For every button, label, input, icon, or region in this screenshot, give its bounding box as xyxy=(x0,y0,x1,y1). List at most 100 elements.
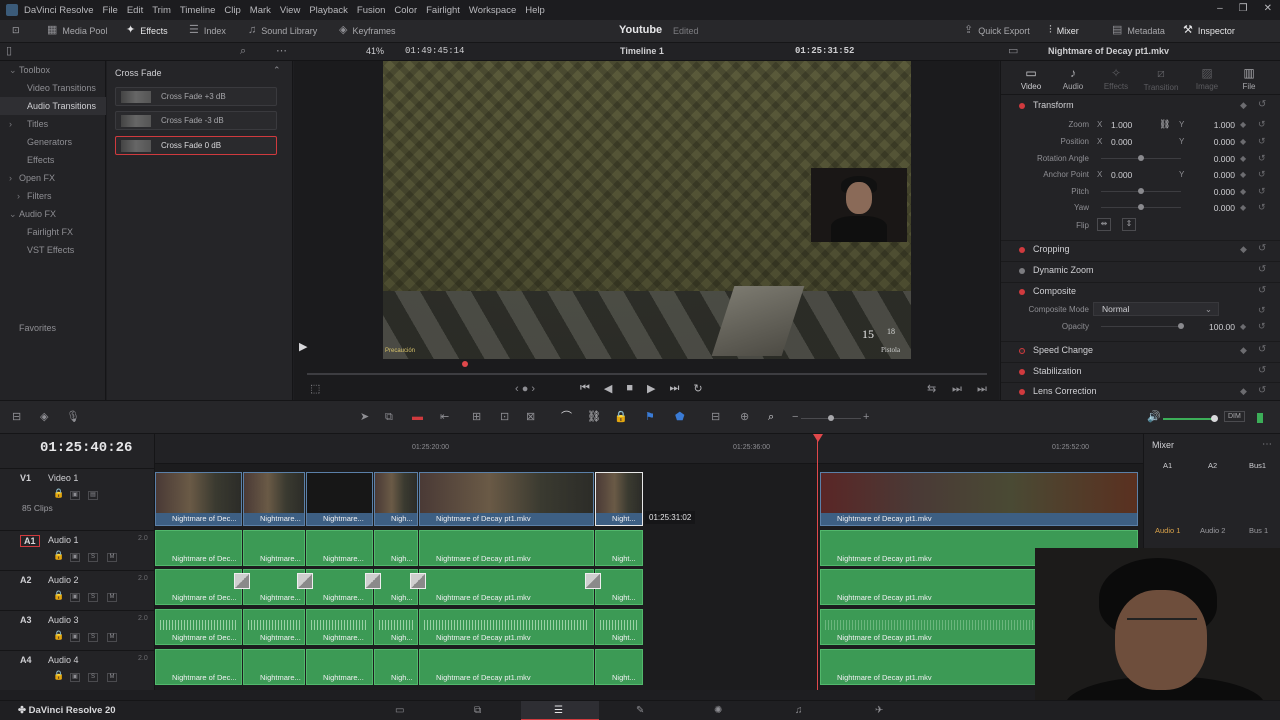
playhead-handle[interactable] xyxy=(813,434,823,442)
toolbox-item-filters[interactable]: › Filters xyxy=(0,187,106,205)
reset-icon[interactable]: ↺ xyxy=(1258,243,1266,254)
pitch-field[interactable]: 0.000 xyxy=(1187,185,1235,198)
opacity-slider[interactable] xyxy=(1101,326,1181,327)
zoom-in-icon[interactable]: + xyxy=(863,412,869,423)
keyframe-diamond-icon[interactable]: ◆ xyxy=(1240,386,1247,397)
toolbox-item-open-fx[interactable]: › Open FX xyxy=(0,169,106,187)
crossfade-transition[interactable] xyxy=(410,573,426,589)
panel-toggle-icon[interactable]: ⊡ xyxy=(12,25,20,36)
viewer-scrubber[interactable] xyxy=(307,373,987,375)
menu-help[interactable]: Help xyxy=(525,5,545,16)
timeline-selector[interactable]: Timeline 1 xyxy=(620,46,664,56)
toolbox-item-toolbox[interactable]: ⌄ Toolbox xyxy=(0,61,106,79)
microphone-icon[interactable]: 🎙 xyxy=(66,412,80,423)
audio-clip[interactable]: Nightmare of Decay pt1.mkv xyxy=(419,569,594,605)
play-icon[interactable]: ▶ xyxy=(647,382,655,395)
flag-icon[interactable]: ⚑ xyxy=(645,412,655,423)
audio-clip[interactable]: Nightmare of Decay pt1.mkv xyxy=(419,530,594,566)
audio-clip[interactable]: Nightmare... xyxy=(306,530,373,566)
toolbox-item-vst-effects[interactable]: VST Effects xyxy=(0,241,106,259)
overwrite-clip-icon[interactable]: ⊡ xyxy=(500,412,509,423)
full-extent-zoom-icon[interactable]: ⊟ xyxy=(711,412,720,423)
audio-clip[interactable]: Nightmare... xyxy=(243,530,305,566)
keyframe-diamond-icon[interactable]: ◆ xyxy=(1240,187,1246,196)
more-options-icon[interactable]: ⋯ xyxy=(276,46,287,57)
crossfade-transition[interactable] xyxy=(297,573,313,589)
menu-color[interactable]: Color xyxy=(394,5,417,16)
scrubber-playhead[interactable] xyxy=(462,361,468,367)
effect-cross-fade-minus3[interactable]: Cross Fade -3 dB xyxy=(115,111,277,130)
keyframe-diamond-icon[interactable]: ◆ xyxy=(1240,154,1246,163)
crossfade-transition[interactable] xyxy=(234,573,250,589)
tab-audio[interactable]: ♪ Audio xyxy=(1053,66,1093,91)
toolbox-item-audio-fx[interactable]: ⌄ Audio FX xyxy=(0,205,106,223)
section-dynamic-zoom[interactable]: Dynamic Zoom ↺ xyxy=(1001,261,1280,279)
keyframe-diamond-icon[interactable]: ◆ xyxy=(1240,322,1246,331)
favorites-label[interactable]: Favorites xyxy=(19,323,56,333)
solo-button[interactable]: S xyxy=(88,633,98,642)
video-clip[interactable]: Nightmare... xyxy=(306,472,373,526)
trim-tool-icon[interactable]: ⧉ xyxy=(385,412,393,423)
audio-clip[interactable]: Nightmare of Dec... xyxy=(155,609,242,645)
page-edit-icon[interactable]: ☰ xyxy=(554,705,563,716)
volume-icon[interactable]: 🔊 xyxy=(1147,412,1161,423)
auto-select-icon[interactable]: ▣ xyxy=(70,633,80,642)
position-y-field[interactable]: 0.000 xyxy=(1187,135,1235,148)
mute-button[interactable]: M xyxy=(107,593,117,602)
audio-clip[interactable]: Nightmare... xyxy=(306,609,373,645)
media-pool-button[interactable]: ▦ Media Pool xyxy=(47,25,107,36)
pitch-slider-knob[interactable] xyxy=(1138,188,1144,194)
audio-clip[interactable]: Nightmare... xyxy=(243,609,305,645)
mute-button[interactable]: M xyxy=(107,673,117,682)
reset-icon[interactable]: ↺ xyxy=(1258,321,1266,332)
effect-cross-fade-0db[interactable]: Cross Fade 0 dB xyxy=(115,136,277,155)
reset-icon[interactable]: ↺ xyxy=(1258,119,1266,130)
keyframe-diamond-icon[interactable]: ◆ xyxy=(1240,345,1247,356)
reset-icon[interactable]: ↺ xyxy=(1258,153,1266,164)
video-clip[interactable]: Nightmare of Dec... xyxy=(155,472,242,526)
audio-clip[interactable]: Nightmare... xyxy=(243,569,305,605)
reset-icon[interactable]: ↺ xyxy=(1258,344,1266,355)
loop-icon[interactable]: ↻ xyxy=(693,382,702,395)
audio-clip[interactable]: Nigh... xyxy=(374,609,418,645)
menu-clip[interactable]: Clip xyxy=(224,5,240,16)
rotation-slider-knob[interactable] xyxy=(1138,155,1144,161)
reset-icon[interactable]: ↺ xyxy=(1258,99,1266,110)
layout-icon[interactable]: ⊟ xyxy=(12,412,21,423)
opacity-field[interactable]: 100.00 xyxy=(1187,320,1235,333)
play-in-point-icon[interactable]: ▶ xyxy=(299,342,307,353)
match-frame-icon[interactable]: ⇆ xyxy=(927,384,936,395)
close-icon[interactable]: ✕ xyxy=(1264,3,1272,14)
audio-clip[interactable]: Nightmare... xyxy=(306,569,373,605)
menu-edit[interactable]: Edit xyxy=(127,5,143,16)
inspector-button[interactable]: ⚒ Inspector xyxy=(1183,25,1235,36)
sidebar-toggle-icon[interactable]: ▯ xyxy=(6,46,12,57)
custom-zoom-icon[interactable]: ⌕ xyxy=(768,412,774,423)
page-color-icon[interactable]: ✺ xyxy=(714,705,722,716)
reset-icon[interactable]: ↺ xyxy=(1258,385,1266,396)
zoom-level[interactable]: 41% xyxy=(366,46,384,56)
enable-toggle[interactable] xyxy=(1019,289,1025,295)
toolbox-item-audio-transitions[interactable]: Audio Transitions xyxy=(0,97,106,115)
lock-icon[interactable]: 🔒 xyxy=(53,591,64,600)
video-clip[interactable]: Nightmare of Decay pt1.mkv xyxy=(419,472,594,526)
viewer-options-icon[interactable]: ⬚ xyxy=(310,384,320,395)
lock-icon[interactable]: 🔒 xyxy=(53,489,64,498)
video-clip[interactable]: Nightmare of Decay pt1.mkv xyxy=(820,472,1138,526)
opacity-slider-knob[interactable] xyxy=(1178,323,1184,329)
enable-toggle[interactable] xyxy=(1019,268,1025,274)
menu-mark[interactable]: Mark xyxy=(250,5,271,16)
reverse-icon[interactable]: ◀ xyxy=(604,382,612,395)
lock-icon[interactable]: 🔒 xyxy=(53,551,64,560)
enable-toggle[interactable] xyxy=(1019,348,1025,354)
section-cropping[interactable]: Cropping ◆ ↺ xyxy=(1001,240,1280,258)
jog-icon[interactable]: ‹ ● › xyxy=(515,384,535,395)
selection-tool-icon[interactable]: ➤ xyxy=(360,412,369,423)
audio-clip[interactable]: Nigh... xyxy=(374,530,418,566)
solo-button[interactable]: S xyxy=(88,673,98,682)
audio-clip[interactable]: Nightmare of Decay pt1.mkv xyxy=(419,649,594,685)
enable-toggle[interactable] xyxy=(1019,369,1025,375)
menu-view[interactable]: View xyxy=(280,5,300,16)
page-fusion-icon[interactable]: ✎ xyxy=(636,705,644,716)
reset-icon[interactable]: ↺ xyxy=(1258,136,1266,147)
